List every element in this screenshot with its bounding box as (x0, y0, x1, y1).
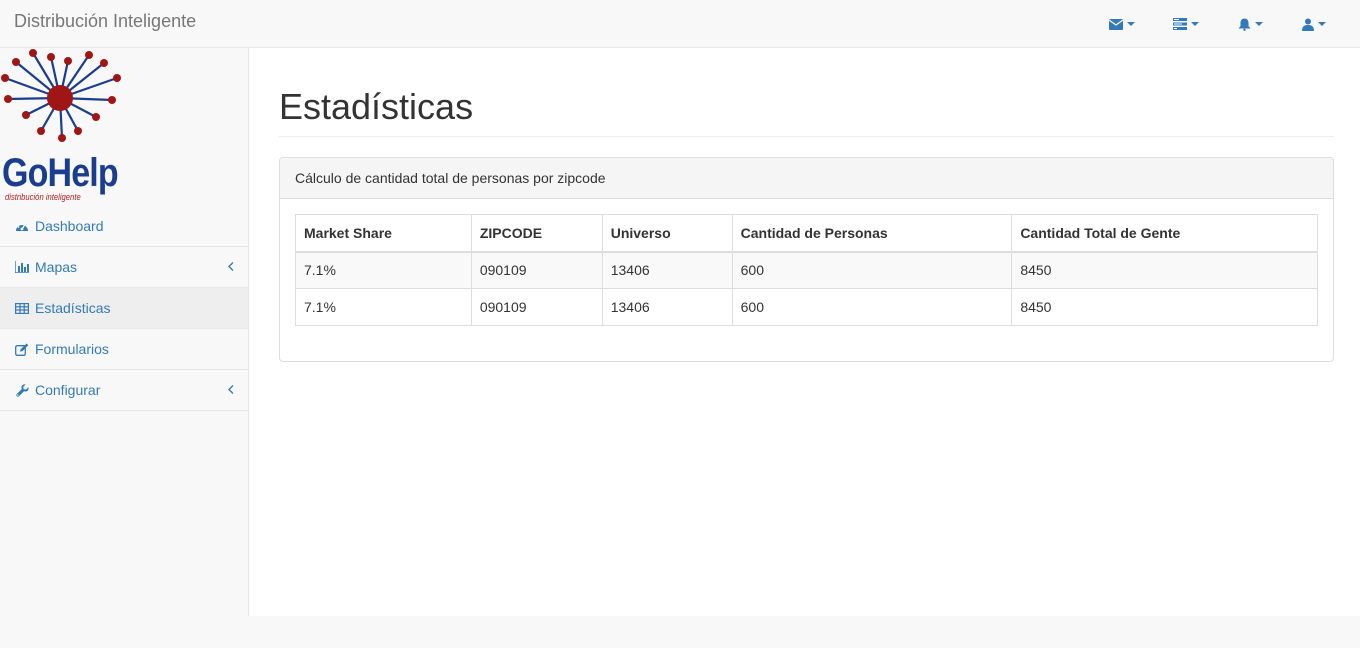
sidebar-item-configurar[interactable]: Configurar (0, 370, 248, 411)
column-header: ZIPCODE (470, 214, 603, 253)
top-navbar: Distribución Inteligente (0, 0, 1360, 48)
sidebar: GoHelp distribución inteligente Dashboar… (0, 48, 249, 616)
logo-starburst-icon (1, 49, 121, 142)
column-header: Cantidad de Personas (731, 214, 1013, 253)
sidebar-nav: Dashboard Mapas Estadísticas Formularios (0, 206, 248, 411)
stats-table: Market Share ZIPCODE Universo Cantidad d… (295, 214, 1318, 326)
user-icon (1302, 18, 1314, 31)
table-cell: 600 (731, 251, 1013, 289)
table-header-row: Market Share ZIPCODE Universo Cantidad d… (295, 214, 1318, 253)
table-cell: 13406 (601, 251, 733, 289)
table-cell: 8450 (1011, 288, 1318, 326)
column-header: Market Share (295, 214, 472, 253)
bell-icon (1238, 18, 1251, 31)
chevron-down-icon (1254, 22, 1263, 26)
sidebar-item-label: Mapas (35, 259, 78, 275)
table-icon (15, 301, 29, 315)
logo-tagline: distribución inteligente (5, 192, 81, 202)
messages-dropdown[interactable] (1090, 0, 1154, 48)
table-cell: 7.1% (295, 251, 472, 289)
sidebar-item-estadisticas[interactable]: Estadísticas (0, 288, 248, 329)
user-dropdown[interactable] (1282, 0, 1346, 48)
chevron-left-icon (228, 260, 234, 274)
table-row: 7.1% 090109 13406 600 8450 (295, 288, 1318, 326)
divider (279, 136, 1334, 137)
table-cell: 7.1% (295, 288, 472, 326)
sidebar-item-label: Estadísticas (35, 300, 111, 316)
table-row: 7.1% 090109 13406 600 8450 (295, 251, 1318, 289)
column-header: Universo (601, 214, 733, 253)
top-icons (1090, 0, 1346, 48)
column-header: Cantidad Total de Gente (1011, 214, 1318, 253)
stats-panel: Cálculo de cantidad total de personas po… (279, 157, 1334, 362)
chevron-down-icon (1318, 22, 1326, 26)
tasks-icon (1173, 18, 1187, 30)
alerts-dropdown[interactable] (1218, 0, 1282, 48)
page-title: Estadísticas (279, 86, 474, 127)
app-title[interactable]: Distribución Inteligente (14, 11, 196, 32)
table-cell: 090109 (470, 288, 603, 326)
bar-chart-icon (15, 260, 29, 274)
panel-heading: Cálculo de cantidad total de personas po… (280, 158, 1333, 199)
sidebar-item-mapas[interactable]: Mapas (0, 247, 248, 288)
sidebar-item-label: Dashboard (35, 218, 104, 234)
chevron-down-icon (1127, 22, 1135, 26)
tasks-dropdown[interactable] (1154, 0, 1218, 48)
wrench-icon (15, 383, 29, 397)
envelope-icon (1109, 18, 1123, 30)
edit-icon (15, 342, 29, 356)
gohelp-logo: GoHelp distribución inteligente (0, 48, 130, 206)
sidebar-item-label: Formularios (35, 341, 109, 357)
dashboard-icon (15, 219, 29, 233)
table-cell: 8450 (1011, 251, 1318, 289)
sidebar-item-dashboard[interactable]: Dashboard (0, 206, 248, 247)
table-cell: 600 (731, 288, 1013, 326)
logo-name: GoHelp (2, 151, 119, 195)
chevron-left-icon (228, 383, 234, 397)
sidebar-item-label: Configurar (35, 382, 101, 398)
sidebar-item-formularios[interactable]: Formularios (0, 329, 248, 370)
table-cell: 13406 (601, 288, 733, 326)
main-content: Estadísticas Cálculo de cantidad total d… (249, 48, 1360, 616)
table-cell: 090109 (470, 251, 603, 289)
chevron-down-icon (1191, 22, 1199, 26)
